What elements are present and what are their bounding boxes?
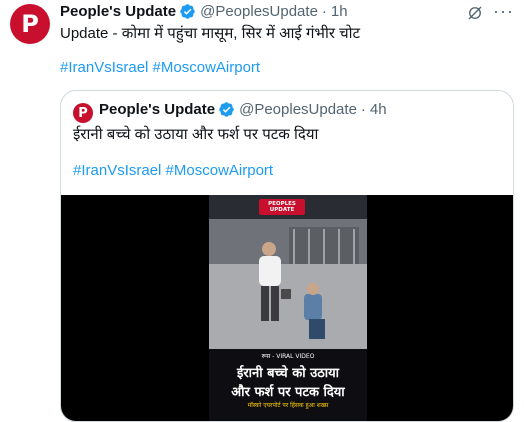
tweet-header: People's Update @PeoplesUpdate · 1h bbox=[60, 3, 348, 20]
hashtag-link[interactable]: #IranVsIsrael bbox=[73, 162, 161, 179]
grok-icon[interactable] bbox=[466, 4, 484, 22]
quoted-tweet-header: People's Update @PeoplesUpdate · 4h bbox=[99, 101, 387, 118]
verified-badge-icon bbox=[219, 102, 234, 117]
quoted-tweet-text: ईरानी बच्चे को उठाया और फर्श पर पटक दिया bbox=[73, 126, 319, 143]
quoted-timestamp: 4h bbox=[369, 101, 387, 118]
separator: · bbox=[321, 3, 327, 20]
caption-line-2: और फर्श पर पटक दिया bbox=[231, 385, 345, 400]
quoted-author-handle: @PeoplesUpdate bbox=[239, 101, 357, 118]
quoted-tweet[interactable]: P People's Update @PeoplesUpdate · 4h ईर… bbox=[60, 90, 514, 422]
separator: · bbox=[360, 101, 366, 118]
verified-badge-icon bbox=[180, 4, 195, 19]
video-caption: रूस - VIRAL VIDEO ईरानी बच्चे को उठाया औ… bbox=[209, 349, 367, 421]
caption-line-3: मॉस्को एयरपोर्ट पर हिंसक हुआ शख्स bbox=[247, 402, 329, 409]
hashtag-link[interactable]: #MoscowAirport bbox=[166, 162, 274, 179]
caption-line-1: ईरानी बच्चे को उठाया bbox=[236, 366, 340, 381]
quoted-author-avatar: P bbox=[73, 103, 93, 123]
brand-logo: PEOPLES UPDATE bbox=[259, 199, 305, 215]
quoted-hashtags: #IranVsIsrael #MoscowAirport bbox=[73, 161, 273, 181]
more-icon[interactable]: ··· bbox=[493, 1, 514, 22]
video-frame: PEOPLES UPDATE रूस - VIRAL VIDEO ईरानी ब… bbox=[209, 195, 367, 421]
author-name[interactable]: People's Update bbox=[60, 3, 176, 20]
video-scene bbox=[209, 219, 367, 349]
author-avatar[interactable]: P bbox=[10, 4, 50, 44]
tweet-text: Update - कोमा में पहुंचा मासूम, सिर में … bbox=[60, 25, 361, 42]
caption-tag: रूस - VIRAL VIDEO bbox=[261, 353, 315, 360]
quoted-media-video[interactable]: PEOPLES UPDATE रूस - VIRAL VIDEO ईरानी ब… bbox=[61, 195, 513, 421]
author-handle[interactable]: @PeoplesUpdate bbox=[200, 3, 318, 20]
hashtag-link[interactable]: #MoscowAirport bbox=[153, 59, 261, 76]
quoted-author-name: People's Update bbox=[99, 101, 216, 118]
tweet-hashtags: #IranVsIsrael #MoscowAirport bbox=[60, 58, 260, 78]
hashtag-link[interactable]: #IranVsIsrael bbox=[60, 59, 148, 76]
timestamp[interactable]: 1h bbox=[331, 3, 348, 20]
